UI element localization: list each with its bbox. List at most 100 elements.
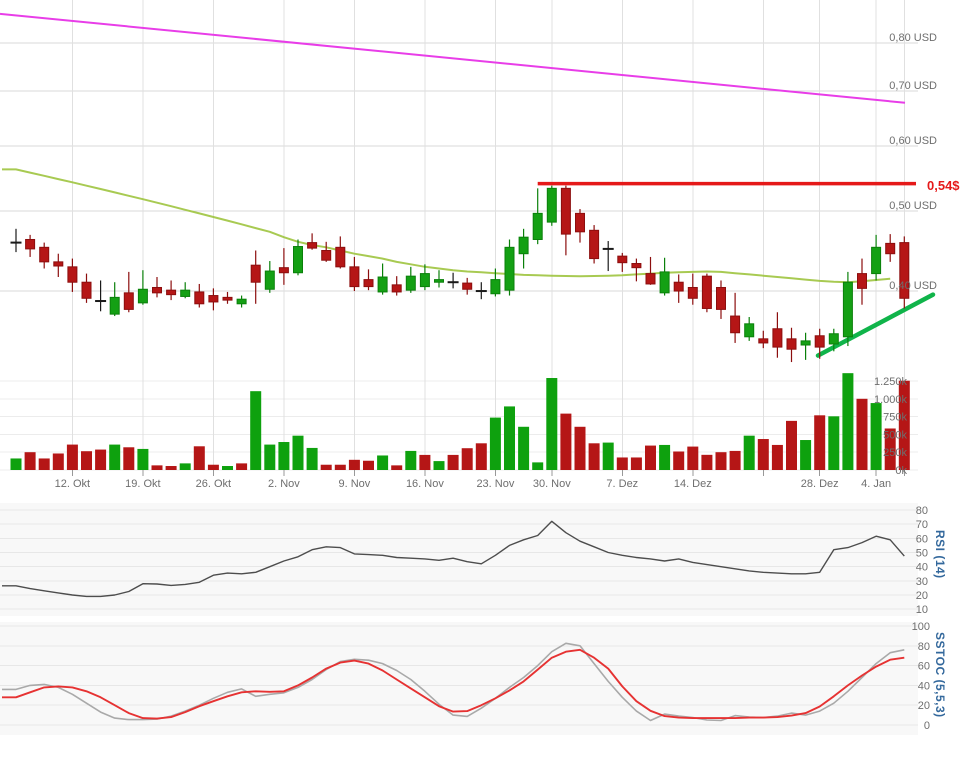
doji-candle — [602, 247, 614, 250]
price-axis-label: 0,40 USD — [889, 280, 937, 292]
rsi-tick-label: 80 — [916, 505, 928, 517]
candle-body — [716, 286, 726, 310]
candle-body — [250, 264, 261, 283]
volume-bar — [856, 398, 868, 470]
volume-bar — [81, 451, 92, 470]
candle-body — [645, 273, 656, 285]
rsi-tick-label: 10 — [916, 604, 928, 616]
stochastic-tick-label: 80 — [918, 641, 930, 653]
candle-body — [532, 212, 543, 240]
volume-bar — [800, 440, 812, 470]
candle-body — [786, 338, 797, 350]
candle-body — [152, 286, 162, 294]
candle-body — [631, 263, 642, 269]
candle-body — [307, 242, 318, 249]
x-axis-label: 16. Nov — [406, 478, 444, 490]
rsi-panel-title: RSI (14) — [933, 530, 947, 579]
candle-body — [222, 296, 233, 301]
volume-bar — [24, 452, 36, 470]
trend-lines — [0, 12, 936, 358]
candle-body — [842, 281, 853, 338]
stochastic-panel-bg — [0, 622, 918, 735]
volume-axis-label: 0k — [895, 465, 907, 477]
volume-bar — [715, 452, 727, 470]
x-axis-label: 2. Nov — [268, 478, 300, 490]
candle-body — [560, 187, 571, 235]
candle-body — [800, 340, 811, 346]
candle-body — [278, 267, 289, 274]
volume-bar — [433, 461, 445, 470]
volume-bar — [447, 454, 459, 470]
volume-bar — [504, 406, 515, 470]
candle-body — [659, 271, 670, 294]
price-axis-label: 0,70 USD — [889, 80, 937, 92]
x-axis-label: 30. Nov — [533, 478, 571, 490]
volume-bar — [250, 391, 262, 470]
doji-candle — [10, 241, 22, 244]
price-axis-label: 0,80 USD — [889, 32, 937, 44]
volume-bar — [729, 450, 741, 470]
candle-body — [871, 246, 882, 275]
volume-bars — [10, 373, 910, 470]
candle-body — [25, 238, 36, 250]
candle-body — [857, 273, 867, 289]
volume-bar — [236, 463, 248, 470]
x-axis-label: 7. Dez — [606, 478, 638, 490]
x-axis-label: 26. Okt — [196, 478, 231, 490]
candle-body — [321, 249, 332, 261]
volume-bar — [771, 444, 783, 470]
volume-bar — [673, 451, 685, 470]
x-axis-label: 14. Dez — [674, 478, 712, 490]
volume-bar — [518, 426, 530, 470]
volume-bar — [193, 446, 205, 470]
candle-body — [617, 255, 628, 264]
candle-body — [828, 333, 839, 345]
downtrend-line — [0, 12, 906, 104]
volume-bar — [489, 417, 501, 470]
volume-bar — [348, 459, 360, 470]
volume-bar — [743, 435, 755, 470]
candle-body — [518, 236, 529, 255]
x-axis-label: 23. Nov — [476, 478, 514, 490]
volume-bar — [377, 455, 389, 470]
volume-bar — [659, 444, 671, 470]
volume-bar — [687, 446, 699, 470]
candle-body — [377, 276, 388, 293]
volume-axis-label: 250k — [883, 447, 907, 459]
rsi-tick-label: 30 — [916, 576, 928, 588]
volume-bar — [546, 378, 558, 470]
volume-bar — [419, 454, 431, 470]
volume-bar — [701, 454, 713, 470]
volume-bar — [560, 413, 572, 470]
volume-axis-label: 1.000k — [874, 394, 908, 406]
candle-body — [349, 266, 360, 288]
candle-body — [490, 279, 501, 295]
gridlines — [0, 0, 918, 726]
x-axis-label: 19. Okt — [125, 478, 160, 490]
candle-body — [363, 279, 374, 288]
stochastic-tick-label: 20 — [918, 700, 930, 712]
volume-bar — [405, 450, 417, 470]
volume-bar — [828, 416, 840, 470]
volume-bar — [109, 444, 121, 470]
candle-body — [462, 282, 473, 290]
volume-axis-label: 750k — [883, 412, 907, 424]
volume-bar — [320, 464, 332, 470]
volume-bar — [334, 464, 346, 470]
candle-body — [391, 284, 402, 293]
candle-body — [264, 270, 275, 290]
x-axis-label: 9. Nov — [339, 478, 371, 490]
candle-body — [335, 246, 346, 268]
candle-body — [293, 246, 303, 274]
rsi-tick-label: 40 — [916, 562, 928, 574]
candle-body — [39, 246, 50, 263]
candle-body — [546, 187, 557, 223]
moving-average-line — [2, 168, 891, 284]
volume-bar — [95, 449, 107, 470]
volume-bar — [52, 453, 64, 470]
volume-bar — [588, 443, 600, 470]
price-axis-label: 0,50 USD — [889, 200, 937, 212]
price-axis-label: 0,60 USD — [889, 135, 937, 147]
candle-body — [758, 338, 769, 344]
volume-bar — [222, 466, 233, 470]
